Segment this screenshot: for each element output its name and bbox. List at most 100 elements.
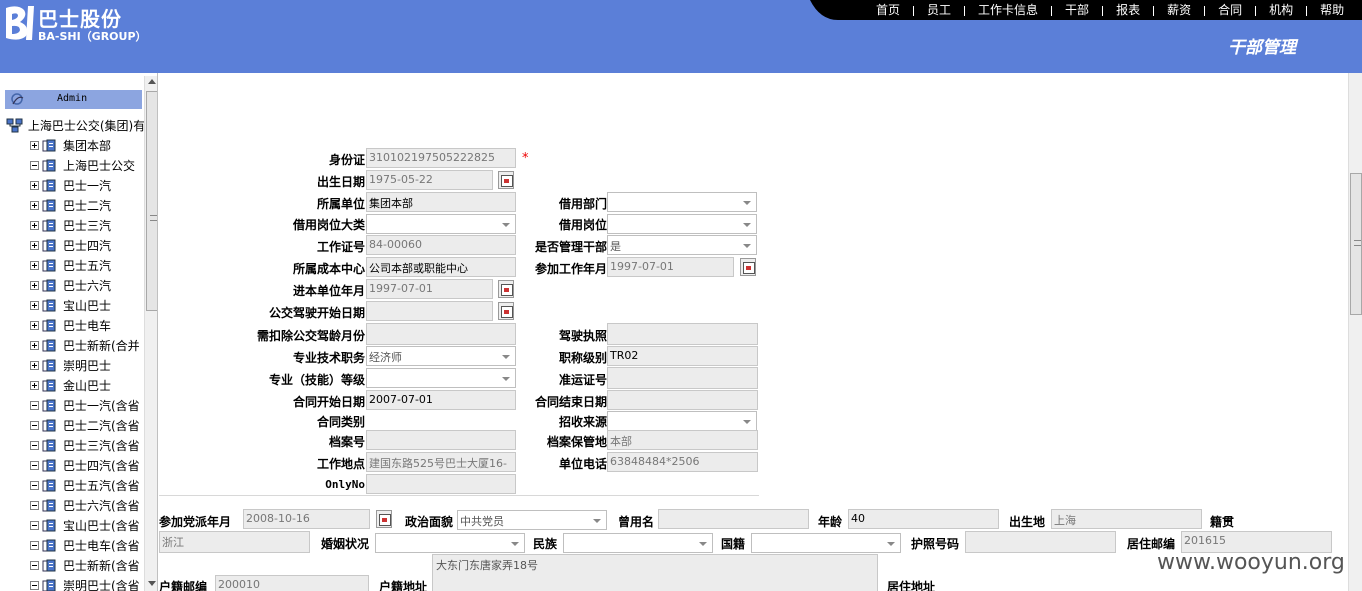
expand-icon[interactable] [30, 141, 39, 150]
deduct-months-field[interactable] [366, 323, 516, 345]
nav-link-4[interactable]: 报表 [1116, 3, 1140, 17]
tree-item[interactable]: 巴士电车(含省 [30, 537, 157, 555]
tree-root[interactable]: 上海巴士公交(集团)有 [6, 117, 145, 135]
tree-item[interactable]: 巴士四汽(含省 [30, 457, 157, 475]
work-start-field[interactable]: 1997-07-01 [607, 257, 734, 277]
contract-start-field[interactable]: 2007-07-01 [366, 390, 516, 410]
nav-link-5[interactable]: 薪资 [1167, 3, 1191, 17]
tree-item[interactable]: 巴士六汽 [30, 277, 157, 295]
collapse-icon[interactable] [30, 461, 39, 470]
tree-item[interactable]: 巴士一汽 [30, 177, 157, 195]
tree-item[interactable]: 巴士新新(合并 [30, 337, 157, 355]
skill-level-select[interactable] [366, 368, 516, 388]
age-field[interactable]: 40 [848, 509, 999, 529]
native-field[interactable]: 浙江 [159, 531, 310, 553]
work-no-field[interactable]: 84-00060 [366, 235, 516, 255]
is-mgr-select[interactable]: 是 [607, 235, 757, 255]
license-field[interactable] [607, 323, 758, 345]
tech-post-select[interactable]: 经济师 [366, 346, 516, 366]
nav-link-8[interactable]: 帮助 [1320, 3, 1344, 17]
expand-icon[interactable] [30, 341, 39, 350]
archive-no-field[interactable] [366, 430, 516, 450]
recruit-src-select[interactable] [607, 411, 757, 431]
tree-item[interactable]: 巴士一汽(含省 [30, 397, 157, 415]
nav-link-3[interactable]: 干部 [1065, 3, 1089, 17]
tree-item[interactable]: 金山巴士 [30, 377, 157, 395]
contract-end-field[interactable] [607, 390, 758, 410]
tree-item[interactable]: 巴士二汽(含省 [30, 417, 157, 435]
birth-date-field[interactable]: 1975-05-22 [366, 170, 493, 190]
collapse-icon[interactable] [30, 481, 39, 490]
tree-item[interactable]: 巴士电车 [30, 317, 157, 335]
nav-link-0[interactable]: 首页 [876, 3, 900, 17]
tree-item[interactable]: 巴士六汽(含省 [30, 497, 157, 515]
collapse-icon[interactable] [30, 521, 39, 530]
birthplace-field[interactable]: 上海 [1051, 509, 1202, 529]
nav-link-6[interactable]: 合同 [1218, 3, 1242, 17]
expand-icon[interactable] [30, 321, 39, 330]
tree-item[interactable]: 上海巴士公交 [30, 157, 157, 175]
bus-drive-start-calendar-icon[interactable] [498, 302, 514, 320]
cost-center-field[interactable]: 公司本部或职能中心 [366, 257, 516, 277]
work-start-calendar-icon[interactable] [740, 258, 756, 276]
bus-drive-start-field[interactable] [366, 301, 493, 321]
collapse-icon[interactable] [30, 561, 39, 570]
id-card-field[interactable]: 310102197505222825 [366, 148, 516, 168]
expand-icon[interactable] [30, 381, 39, 390]
scroll-up-icon[interactable] [148, 79, 156, 84]
nav-link-2[interactable]: 工作卡信息 [978, 3, 1038, 17]
expand-icon[interactable] [30, 361, 39, 370]
tree-item[interactable]: 巴士新新(含省 [30, 557, 157, 575]
archive-loc-field[interactable]: 本部 [607, 430, 758, 450]
former-name-field[interactable] [658, 509, 809, 529]
collapse-icon[interactable] [30, 441, 39, 450]
join-unit-field[interactable]: 1997-07-01 [366, 279, 493, 299]
expand-icon[interactable] [30, 281, 39, 290]
work-place-field[interactable]: 建国东路525号巴士大厦16- [366, 452, 516, 472]
main-scroll-thumb[interactable] [1350, 173, 1362, 315]
hukou-zip-field[interactable]: 200010 [215, 575, 369, 591]
tree-item[interactable]: 崇明巴士 [30, 357, 157, 375]
title-level-field[interactable]: TR02 [607, 346, 758, 366]
scroll-down-icon[interactable] [148, 581, 156, 586]
main-scrollbar[interactable] [1348, 73, 1362, 591]
tree-item[interactable]: 宝山巴士 [30, 297, 157, 315]
birth-date-calendar-icon[interactable] [498, 171, 514, 189]
nationality-select[interactable] [751, 533, 901, 553]
expand-icon[interactable] [30, 221, 39, 230]
party-date-calendar-icon[interactable] [376, 510, 392, 528]
expand-icon[interactable] [30, 201, 39, 210]
tree-item[interactable]: 巴士五汽 [30, 257, 157, 275]
collapse-icon[interactable] [30, 581, 39, 590]
tree-item[interactable]: 巴士五汽(含省 [30, 477, 157, 495]
marital-select[interactable] [375, 533, 525, 553]
expand-icon[interactable] [30, 301, 39, 310]
tree-item[interactable]: 巴士四汽 [30, 237, 157, 255]
unit-phone-field[interactable]: 63848484*2506 [607, 452, 758, 472]
tree-item[interactable]: 巴士二汽 [30, 197, 157, 215]
collapse-icon[interactable] [30, 161, 39, 170]
politics-select[interactable]: 中共党员 [457, 510, 607, 530]
tree-item[interactable]: 崇明巴士(含省 [30, 577, 157, 591]
expand-icon[interactable] [30, 181, 39, 190]
tree-item[interactable]: 集团本部 [30, 137, 157, 155]
borrow-post-cat-select[interactable] [366, 214, 516, 234]
contract-type-field[interactable] [366, 411, 516, 431]
expand-icon[interactable] [30, 261, 39, 270]
join-unit-calendar-icon[interactable] [498, 280, 514, 298]
sidebar-scroll-thumb[interactable] [146, 91, 157, 311]
collapse-icon[interactable] [30, 421, 39, 430]
nav-link-7[interactable]: 机构 [1269, 3, 1293, 17]
sidebar-scrollbar[interactable] [144, 76, 157, 591]
expand-icon[interactable] [30, 241, 39, 250]
party-date-field[interactable]: 2008-10-16 [243, 509, 370, 529]
unit-field[interactable]: 集团本部 [366, 192, 516, 212]
collapse-icon[interactable] [30, 501, 39, 510]
passport-field[interactable] [965, 531, 1116, 553]
hukou-addr-textarea[interactable]: 大东门东唐家弄18号 [432, 554, 878, 591]
only-no-field[interactable] [366, 474, 516, 494]
collapse-icon[interactable] [30, 401, 39, 410]
tree-item[interactable]: 巴士三汽(含省 [30, 437, 157, 455]
tree-item[interactable]: 宝山巴士(含省 [30, 517, 157, 535]
tree-item[interactable]: 巴士三汽 [30, 217, 157, 235]
